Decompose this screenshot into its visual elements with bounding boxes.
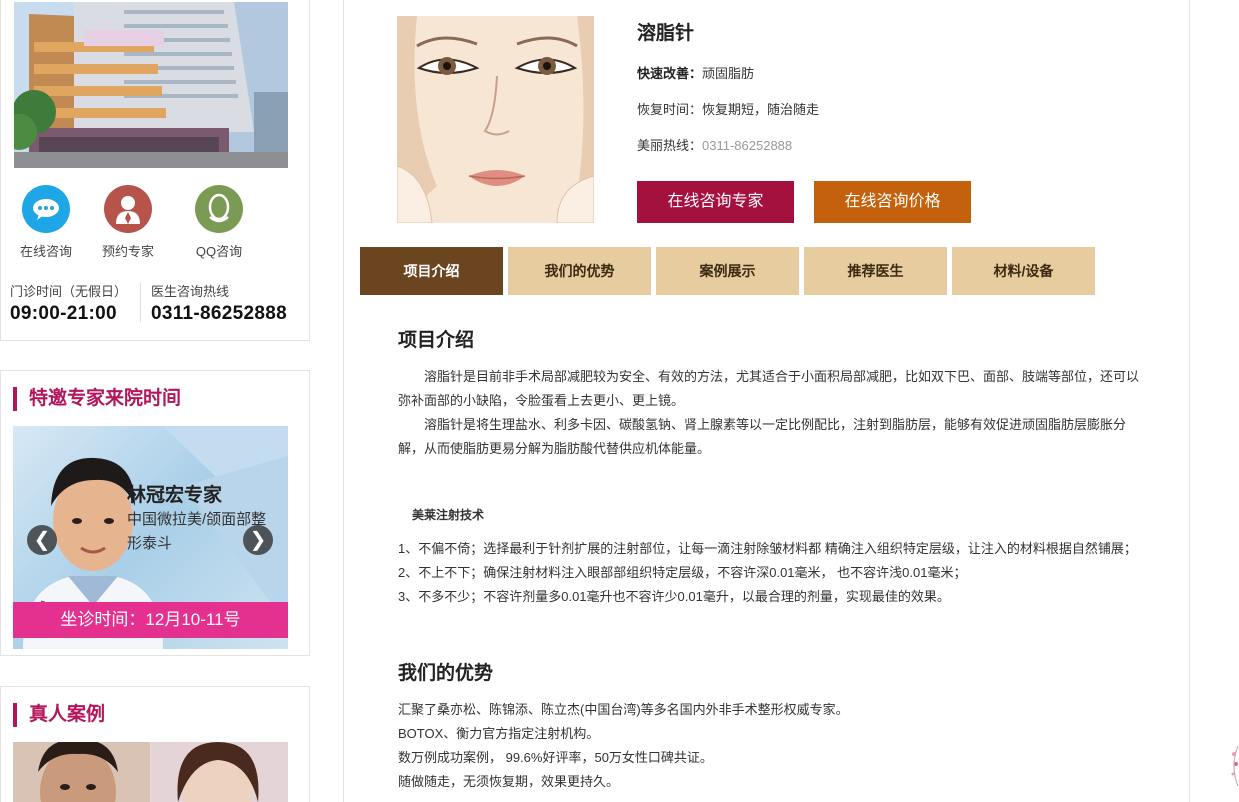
content-tabs: 项目介绍 我们的优势 案例展示 推荐医生 材料/设备: [360, 247, 1095, 295]
main-content: 溶脂针 快速改善：顽固脂肪 恢复时间：恢复期短，随治随走 美丽热线：0311-8…: [343, 0, 1190, 802]
advantages-heading: 我们的优势: [398, 663, 494, 684]
quick-qq-consult[interactable]: QQ咨询: [174, 185, 264, 260]
tab-our-advantages[interactable]: 我们的优势: [508, 247, 651, 295]
chat-bubble-icon: [22, 185, 70, 233]
expert-visit-card: 特邀专家来院时间 林冠宏专家 中国微拉美/颌面部整形泰斗 ❮ ❯ 坐诊时间：12…: [0, 370, 310, 656]
quick-improve-line: 快速改善：顽固脂肪: [637, 63, 754, 82]
beauty-hotline-value[interactable]: 0311-86252888: [702, 138, 792, 153]
intro-paragraph: 溶脂针是目前非手术局部减肥较为安全、有效的方法，尤其适合于小面积局部减肥，比如双…: [398, 369, 1140, 408]
quick-link-label: 在线咨询: [19, 244, 72, 259]
doctor-hotline-label: 医生咨询热线: [151, 284, 230, 299]
hospital-card: 在线咨询 预约专家 QQ咨询 门诊时间（无假日） 09:00-21:00 医生咨…: [0, 0, 310, 341]
carousel-prev-button[interactable]: ❮: [27, 525, 57, 555]
technique-item: 2、不上不下；确保注射材料注入眼部部组织特定层级，不容许深0.01毫米， 也不容…: [398, 565, 967, 580]
doctor-hotline-value[interactable]: 0311-86252888: [151, 303, 287, 325]
doctor-hotline: 医生咨询热线 0311-86252888: [151, 281, 287, 325]
intro-text: 溶脂针是目前非手术局部减肥较为安全、有效的方法，尤其适合于小面积局部减肥，比如双…: [398, 365, 1142, 461]
tab-project-intro[interactable]: 项目介绍: [360, 247, 503, 295]
quick-link-label: QQ咨询: [195, 244, 243, 259]
advantages-list: 汇聚了桑亦松、陈锦添、陈立杰(中国台湾)等多名国内外非手术整形权威专家。 BOT…: [398, 698, 1142, 794]
hospital-building-image[interactable]: [14, 2, 288, 168]
beauty-hotline-line: 美丽热线：0311-86252888: [637, 135, 792, 154]
case-before-after-image[interactable]: [13, 742, 288, 802]
quick-book-expert[interactable]: 预约专家: [83, 185, 173, 260]
carousel-next-button[interactable]: ❯: [243, 525, 273, 555]
advantage-item: 汇聚了桑亦松、陈锦添、陈立杰(中国台湾)等多名国内外非手术整形权威专家。: [398, 702, 849, 717]
quick-online-consult[interactable]: 在线咨询: [1, 185, 91, 260]
product-face-illustration: [397, 16, 594, 223]
tab-materials-equipment[interactable]: 材料/设备: [952, 247, 1095, 295]
floral-decoration-icon: [1226, 745, 1239, 787]
clinic-hours-label: 门诊时间（无假日）: [10, 284, 128, 299]
sidebar: 在线咨询 预约专家 QQ咨询 门诊时间（无假日） 09:00-21:00 医生咨…: [0, 0, 311, 802]
expert-banner[interactable]: 林冠宏专家 中国微拉美/颌面部整形泰斗 ❮ ❯ 坐诊时间：12月10-11号: [13, 426, 288, 649]
technique-list: 1、不偏不倚；选择最利于针剂扩展的注射部位，让每一滴注射除皱材料都 精确注入组织…: [398, 537, 1142, 609]
quick-link-label: 预约专家: [101, 244, 154, 259]
advantage-item: BOTOX、衡力官方指定注射机构。: [398, 726, 600, 741]
quick-improve-value: 顽固脂肪: [702, 66, 755, 81]
divider: [140, 282, 141, 322]
technique-heading: 美莱注射技术: [412, 508, 485, 522]
cases-section-title: 真人案例: [13, 703, 105, 727]
qq-penguin-icon: [195, 185, 243, 233]
real-cases-card: 真人案例: [0, 686, 310, 802]
clinic-hours-value: 09:00-21:00: [10, 303, 117, 324]
recovery-time-line: 恢复时间：恢复期短，随治随走: [637, 102, 820, 117]
technique-item: 1、不偏不倚；选择最利于针剂扩展的注射部位，让每一滴注射除皱材料都 精确注入组织…: [398, 541, 1137, 556]
intro-heading: 项目介绍: [398, 330, 475, 351]
advantage-item: 随做随走，无须恢复期，效果更持久。: [398, 774, 620, 789]
consult-expert-button[interactable]: 在线咨询专家: [637, 181, 794, 223]
intro-paragraph: 溶脂针是将生理盐水、利多卡因、碳酸氢钠、肾上腺素等以一定比例配比，注射到脂肪层，…: [398, 417, 1127, 456]
expert-section-title: 特邀专家来院时间: [13, 387, 181, 411]
quick-improve-label: 快速改善：: [637, 66, 703, 81]
technique-item: 3、不多不少；不容许剂量多0.01毫升也不容许少0.01毫升，以最合理的剂量，实…: [398, 589, 950, 604]
doctor-icon: [104, 185, 152, 233]
tab-case-showcase[interactable]: 案例展示: [656, 247, 799, 295]
expert-visit-time: 坐诊时间：12月10-11号: [13, 602, 288, 638]
clinic-hours: 门诊时间（无假日） 09:00-21:00: [10, 281, 127, 325]
consult-price-button[interactable]: 在线咨询价格: [814, 181, 971, 223]
advantage-item: 数万例成功案例， 99.6%好评率，50万女性口碑共证。: [398, 750, 713, 765]
beauty-hotline-label: 美丽热线：: [637, 138, 703, 153]
expert-name: 林冠宏专家: [127, 485, 223, 506]
tab-recommended-doctors[interactable]: 推荐医生: [804, 247, 947, 295]
product-title: 溶脂针: [637, 23, 695, 44]
